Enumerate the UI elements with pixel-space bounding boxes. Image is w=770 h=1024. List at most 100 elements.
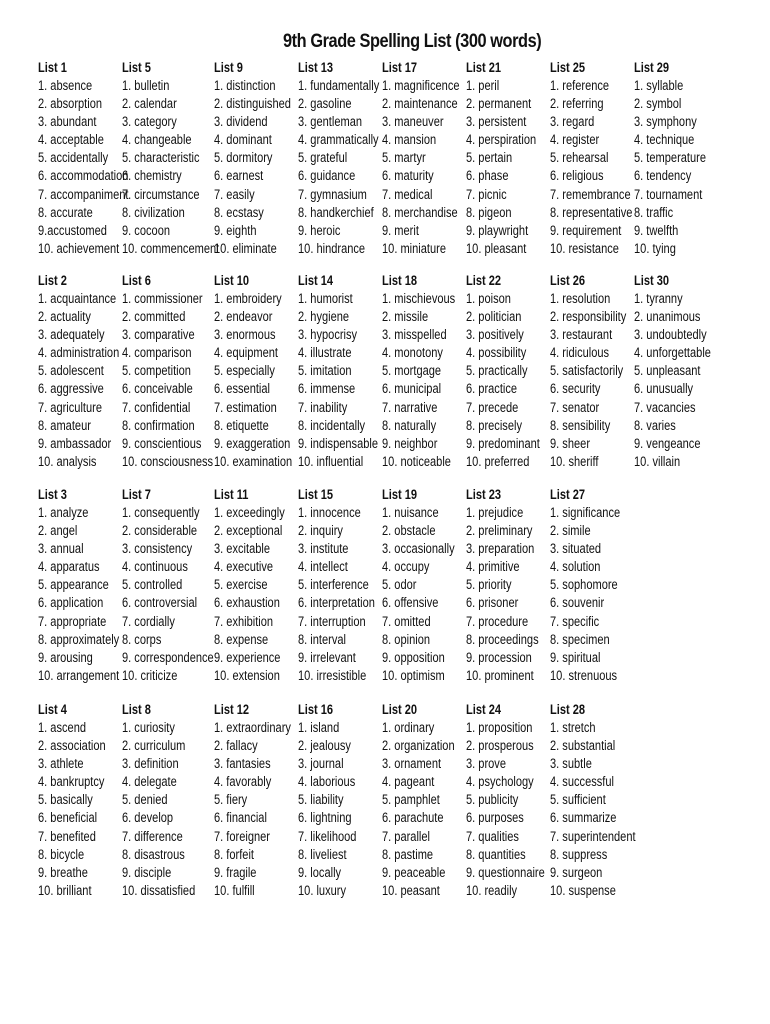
list-item: 5. exercise: [214, 577, 268, 593]
list-heading: List 6: [122, 273, 151, 288]
list-item: 8. etiquette: [214, 417, 269, 433]
list-item: 4. ridiculous: [550, 345, 610, 361]
list-item: 2. responsibility: [550, 309, 627, 325]
list-item: 3. adequately: [38, 327, 105, 343]
list-heading: List 7: [122, 487, 151, 502]
list-item: 3. ornament: [382, 756, 442, 772]
list-item: 10. preferred: [466, 453, 530, 469]
list-item: 1. poison: [466, 291, 511, 306]
word-list: List 6 1. commissioner 2. committed 3. comp…: [122, 272, 217, 471]
list-item: 8. varies: [634, 417, 676, 433]
list-item: 9. correspondence: [122, 649, 214, 665]
list-item: 7. vacancies: [634, 399, 696, 415]
list-item: 9. heroic: [298, 222, 341, 238]
word-list: List 21 1. peril 2. permanent 3. persistent…: [466, 59, 561, 258]
list-heading: List 4: [38, 702, 67, 717]
list-item: 2. considerable: [122, 523, 198, 539]
list-heading: List 24: [466, 702, 502, 717]
list-item: 2. hygiene: [298, 309, 350, 325]
word-list: List 23 1. prejudice 2. preliminary 3. prep…: [466, 486, 561, 685]
list-item: 6. application: [38, 595, 104, 611]
list-item: 2. prosperous: [466, 738, 534, 754]
list-item: 9. locally: [298, 864, 342, 880]
list-item: 8. incidentally: [298, 417, 366, 433]
list-item: 1. extraordinary: [214, 720, 291, 735]
list-item: 1. syllable: [634, 78, 684, 93]
list-item: 8. specimen: [550, 631, 610, 647]
list-item: 9. twelfth: [634, 222, 679, 238]
list-item: 7. benefited: [38, 828, 96, 844]
list-item: 2. permanent: [466, 96, 532, 112]
list-item: 5. appearance: [38, 577, 109, 593]
list-item: 2. symbol: [634, 96, 682, 112]
list-item: 3. institute: [298, 541, 349, 557]
list-item: 10. dissatisfied: [122, 882, 196, 898]
list-item: 10. luxury: [298, 882, 346, 898]
list-item: 6. lightning: [298, 810, 352, 826]
list-item: 9. sheer: [550, 435, 591, 451]
list-item: 6. practice: [466, 381, 518, 397]
list-item: 3. symphony: [634, 114, 697, 130]
list-item: 7. parallel: [382, 828, 431, 844]
list-item: 10. pleasant: [466, 240, 527, 256]
list-heading: List 21: [466, 60, 502, 75]
list-item: 5. rehearsal: [550, 150, 609, 166]
list-item: 5. liability: [298, 792, 344, 808]
list-item: 6. essential: [214, 381, 271, 397]
list-item: 10. resistance: [550, 240, 619, 256]
list-item: 2. absorption: [38, 96, 103, 112]
list-item: 3. excitable: [214, 541, 271, 557]
list-item: 3. situated: [550, 541, 602, 557]
list-heading: List 16: [298, 702, 334, 717]
list-item: 10. influential: [298, 453, 364, 469]
list-item: 1. absence: [38, 78, 93, 93]
list-heading: List 20: [382, 702, 418, 717]
word-list: List 3 1. analyze 2. angel 3. annual 4. appa…: [38, 486, 133, 685]
list-item: 2. actuality: [38, 309, 91, 325]
list-item: 5. practically: [466, 363, 528, 379]
list-item: 4. administration: [38, 345, 120, 361]
list-item: 10. consciousness: [122, 453, 214, 469]
list-item: 1. tyranny: [634, 291, 683, 306]
list-item: 6. accommodation: [38, 168, 129, 184]
list-item: 1. distinction: [214, 78, 276, 93]
list-item: 9. questionnaire: [466, 864, 545, 880]
list-item: 1. nuisance: [382, 505, 439, 520]
word-list: List 26 1. resolution 2. responsibility 3. …: [550, 272, 645, 471]
list-item: 3. restaurant: [550, 327, 613, 343]
list-item: 6. interpretation: [298, 595, 375, 611]
word-list: List 17 1. magnificence 2. maintenance 3. m…: [382, 59, 477, 258]
list-item: 4. psychology: [466, 774, 534, 790]
list-item: 4. pageant: [382, 774, 435, 790]
word-list: List 11 1. exceedingly 2. exceptional 3. ex…: [214, 486, 309, 685]
list-item: 7. narrative: [382, 399, 438, 415]
list-item: 6. earnest: [214, 168, 264, 184]
list-item: 4. bankruptcy: [38, 774, 105, 790]
list-item: 7. exhibition: [214, 613, 274, 629]
word-list: List 18 1. mischievous 2. missile 3. misspe…: [382, 272, 477, 471]
list-item: 9. peaceable: [382, 864, 446, 880]
list-heading: List 13: [298, 60, 334, 75]
list-item: 8. civilization: [122, 204, 185, 220]
list-item: 8. naturally: [382, 417, 437, 433]
list-item: 3. annual: [38, 541, 84, 557]
list-item: 9. irrelevant: [298, 649, 356, 665]
list-item: 1. magnificence: [382, 78, 460, 93]
list-item: 2. referring: [550, 96, 604, 112]
list-item: 7. superintendent: [550, 828, 636, 844]
list-item: 9. experience: [214, 649, 281, 665]
list-item: 1. innocence: [298, 505, 361, 520]
list-item: 6. prisoner: [466, 595, 519, 611]
list-item: 1. proposition: [466, 720, 533, 735]
list-item: 7. estimation: [214, 399, 277, 415]
list-item: 2. politician: [466, 309, 522, 325]
list-item: 9. exaggeration: [214, 435, 291, 451]
list-item: 10. peasant: [382, 882, 440, 898]
list-item: 4. register: [550, 132, 600, 148]
word-list: List 25 1. reference 2. referring 3. regard…: [550, 59, 645, 258]
list-item: 9. conscientious: [122, 435, 202, 451]
list-item: 4. unforgettable: [634, 345, 711, 361]
list-item: 5. pamphlet: [382, 792, 440, 808]
list-item: 1. fundamentally: [298, 78, 380, 93]
list-item: 1. peril: [466, 78, 500, 93]
